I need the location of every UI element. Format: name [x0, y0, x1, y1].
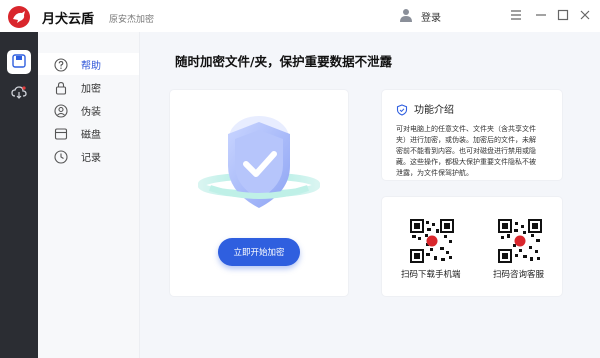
feature-line: 泄露，为文件保驾护航。: [396, 169, 473, 177]
rail-item-encrypt[interactable]: [7, 50, 31, 74]
floppy-disk-icon: [12, 53, 26, 72]
app-subtitle: 原安杰加密: [109, 15, 155, 25]
menu-icon[interactable]: [507, 6, 525, 24]
user-mask-icon: [54, 103, 68, 118]
shield-illustration-icon: [197, 108, 321, 220]
feature-line: 藏。这些操作，都极大保护重要文件隐私不被: [396, 158, 536, 166]
title-bar: 月犬云盾 原安杰加密 登录: [0, 0, 600, 32]
disk-icon: [54, 126, 68, 140]
cloud-sync-icon: [11, 84, 27, 103]
sidebar-item-label: 帮助: [81, 61, 101, 72]
minimize-icon[interactable]: [532, 6, 550, 24]
qr-card: 扫码下载手机端 扫码咨询客服: [382, 197, 562, 296]
feature-line: 密前不能看到内容。也可对磁盘进行禁用或隐: [396, 147, 536, 155]
feature-intro-card: 功能介绍 可对电脑上的任意文件、文件夹（含共享文件 夹）进行加密，或伪装。加密后…: [382, 90, 562, 180]
start-encrypt-button[interactable]: 立即开始加密: [218, 238, 300, 266]
maximize-icon[interactable]: [554, 6, 572, 24]
close-icon[interactable]: [576, 6, 594, 24]
encrypt-card: 立即开始加密: [170, 90, 348, 296]
sidebar-item-label: 记录: [81, 153, 101, 164]
rail-item-cloud[interactable]: [7, 81, 31, 105]
feature-description: 可对电脑上的任意文件、文件夹（含共享文件 夹）进行加密，或伪装。加密后的文件，未…: [396, 124, 564, 179]
help-circle-icon: [54, 57, 68, 72]
feature-line: 夹）进行加密，或伪装。加密后的文件，未解: [396, 136, 536, 144]
sidebar-item-label: 磁盘: [81, 130, 101, 141]
login-link[interactable]: 登录: [421, 9, 441, 24]
qr-code-download-icon: [410, 219, 454, 263]
sidebar-item-disguise[interactable]: 伪装: [38, 99, 139, 121]
shield-badge-icon: [396, 101, 408, 116]
sidebar-item-disk[interactable]: 磁盘: [38, 122, 139, 144]
qr-label-download: 扫码下载手机端: [401, 270, 461, 280]
qr-code-support-icon: [498, 219, 542, 263]
user-icon[interactable]: [398, 7, 414, 23]
app-name: 月犬云盾: [42, 12, 95, 27]
sidebar: 帮助 加密 伪装 磁盘 记录: [38, 32, 140, 358]
lock-icon: [54, 80, 68, 95]
left-rail: [0, 32, 38, 358]
sidebar-item-help[interactable]: 帮助: [38, 53, 139, 75]
sidebar-item-label: 伪装: [81, 107, 101, 118]
app-logo-icon: [8, 6, 30, 28]
feature-line: 可对电脑上的任意文件、文件夹（含共享文件: [396, 125, 536, 133]
sidebar-item-records[interactable]: 记录: [38, 145, 139, 167]
feature-title: 功能介绍: [414, 105, 454, 116]
sidebar-item-label: 加密: [81, 84, 101, 95]
clock-icon: [54, 149, 68, 164]
main-panel: 随时加密文件/夹，保护重要数据不泄露 立即开始加密 功能介绍 可对电脑上的任意文…: [140, 32, 600, 358]
sidebar-item-encrypt[interactable]: 加密: [38, 76, 139, 98]
qr-label-support: 扫码咨询客服: [493, 270, 545, 280]
page-title: 随时加密文件/夹，保护重要数据不泄露: [175, 54, 393, 69]
